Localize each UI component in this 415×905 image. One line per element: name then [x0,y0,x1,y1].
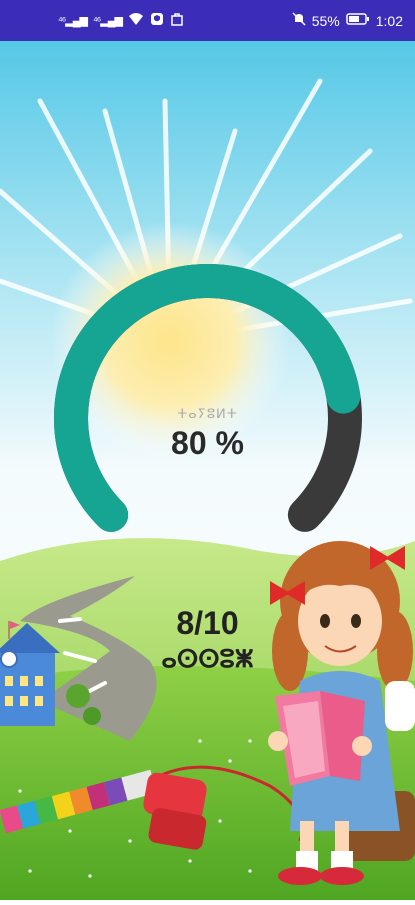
gauge-fill [54,264,361,532]
gauge-percent-value: 80 % [171,425,244,461]
battery-icon [346,12,370,29]
status-bar: ⁴⁶▂▄▆ ⁴⁶▂▄▆ 55% 1:02 [0,0,415,41]
score-label: ⴰⵙⵙⵓⵥ [161,646,254,673]
progress-gauge [54,264,362,532]
signal-icon: ⁴⁶▂▄▆ [58,15,88,27]
clock: 1:02 [375,12,403,29]
bag-icon [170,12,184,29]
background-illustration [0,41,415,900]
shield-icon [150,12,164,29]
battery-percent: 55% [311,12,340,29]
gauge-label: ⵜⴰⵢⵓⵍⵜ [177,406,238,421]
signal-icon: ⁴⁶▂▄▆ [92,15,123,27]
mute-bell-icon [292,12,306,29]
wifi-icon [128,12,144,29]
score-value: 8/10 [176,605,239,641]
